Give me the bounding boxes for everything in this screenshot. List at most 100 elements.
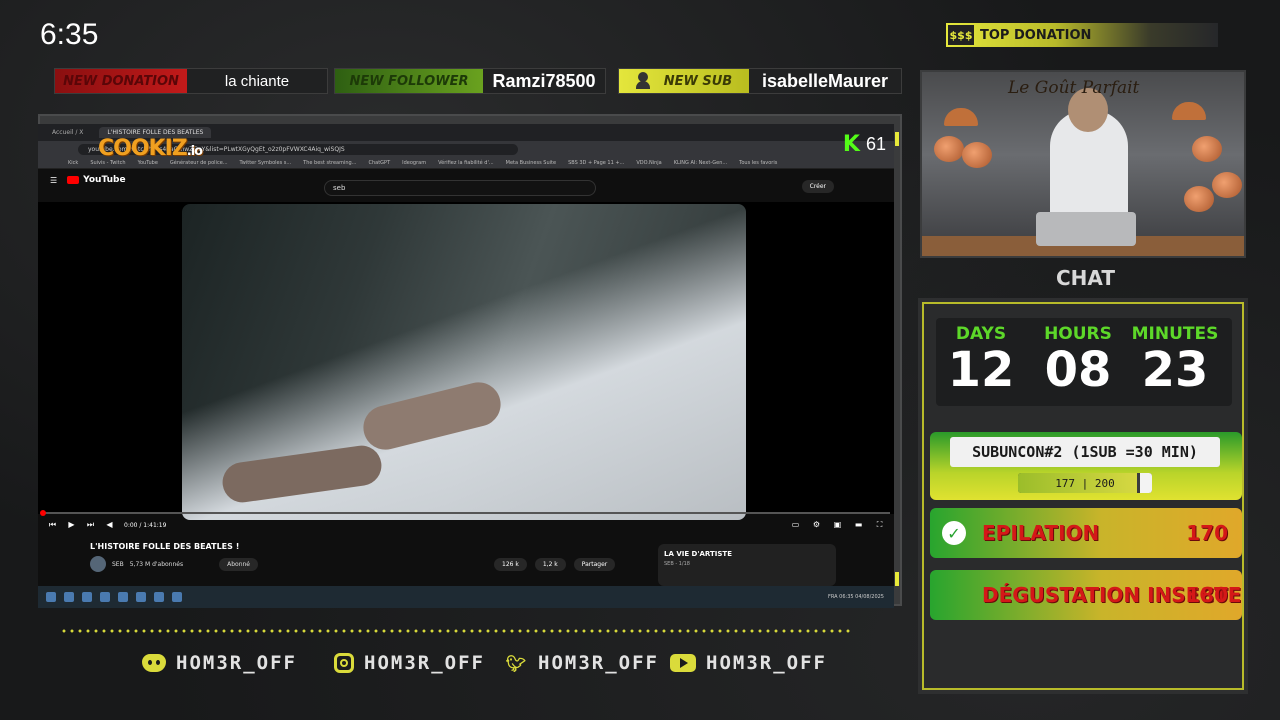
instagram-link[interactable]: HOM3R_OFF [334, 652, 485, 674]
video-controls-right: ▭ ⚙ ▣ ▬ ⛶ [791, 521, 884, 529]
playlist-panel[interactable]: LA VIE D'ARTISTE SEB - 1/18 [658, 544, 836, 586]
bookmark-item[interactable]: ChatGPT [369, 160, 391, 166]
taskbar-app-icon[interactable] [172, 592, 182, 602]
kick-viewer-count: K 61 [843, 132, 886, 157]
play-icon[interactable]: ▶ [67, 521, 76, 529]
like-button[interactable]: 126 k [494, 558, 527, 571]
create-button[interactable]: Créer [801, 180, 834, 193]
video-frame [182, 204, 746, 520]
bookmark-item[interactable]: SBS 3D + Page 11 +... [568, 160, 624, 166]
channel-info: SEB 5,73 M d'abonnés Abonné [90, 556, 258, 572]
bookmark-item[interactable]: Meta Business Suite [506, 160, 556, 166]
dislike-button[interactable]: 1,2 k [534, 558, 566, 571]
copper-pan [962, 142, 992, 168]
windows-start-icon[interactable] [46, 592, 56, 602]
browser-window: Accueil / X L'HISTOIRE FOLLE DES BEATLES… [38, 124, 894, 608]
subtitles-icon[interactable]: ▭ [791, 521, 800, 529]
taskbar-app-icon[interactable] [64, 592, 74, 602]
channel-name[interactable]: SEB [112, 561, 124, 568]
copper-pan [1184, 186, 1214, 212]
viewer-count: 61 [865, 134, 886, 154]
hours-value: 08 [1044, 342, 1112, 398]
channel-avatar[interactable] [90, 556, 106, 572]
instagram-handle: HOM3R_OFF [364, 652, 485, 674]
frame-accent [895, 132, 899, 146]
video-progress-bar[interactable] [40, 510, 890, 516]
tray-date: 04/08/2025 [855, 594, 884, 600]
person-icon [635, 72, 658, 90]
bookmark-item[interactable]: KLING AI: Next-Gen... [674, 160, 727, 166]
cookiz-logo-main: COOKIZ [98, 136, 188, 161]
bookmark-item[interactable]: Tous les favoris [739, 160, 777, 166]
taskbar-app-icon[interactable] [100, 592, 110, 602]
discord-link[interactable]: HOM3R_OFF [142, 652, 297, 674]
copper-lamp [944, 108, 978, 126]
video-hand [358, 377, 506, 455]
twitter-icon: 🐦︎ [505, 653, 527, 673]
bookmark-item[interactable]: The best streaming... [303, 160, 356, 166]
youtube-play-icon [67, 176, 80, 184]
bookmark-item[interactable]: Twitter Symboles s... [240, 160, 292, 166]
copper-pan [934, 136, 964, 162]
subathon-timer: DAYS 12 HOURS 08 MINUTES 23 [936, 318, 1232, 406]
windows-taskbar: FRA 06:35 04/08/2025 [38, 586, 894, 608]
chef-image-title: Le Goût Parfait [1008, 78, 1140, 98]
new-donation-name: la chiante [187, 69, 327, 93]
youtube-logo[interactable]: YouTube [67, 175, 126, 185]
tab-x[interactable]: Accueil / X [44, 127, 91, 138]
copper-lamp [1172, 102, 1206, 120]
hours-label: HOURS [1044, 324, 1112, 344]
youtube-link[interactable]: HOM3R_OFF [670, 652, 827, 674]
theater-icon[interactable]: ▬ [854, 521, 863, 529]
goal-points: 170 [1186, 521, 1228, 545]
dotted-divider [60, 629, 850, 633]
youtube-search-input[interactable]: seb [324, 180, 596, 196]
taskbar-app-icon[interactable] [118, 592, 128, 602]
taskbar-app-icon[interactable] [136, 592, 146, 602]
bookmark-item[interactable]: Ideogram [402, 160, 426, 166]
social-links: HOM3R_OFF HOM3R_OFF 🐦︎ HOM3R_OFF HOM3R_O… [0, 652, 900, 678]
bookmark-item[interactable]: VDO.Ninja [636, 160, 661, 166]
twitter-link[interactable]: 🐦︎ HOM3R_OFF [504, 652, 659, 674]
chat-label: CHAT [1056, 266, 1115, 290]
checkmark-icon: ✓ [942, 521, 966, 545]
video-player[interactable] [38, 202, 894, 520]
miniplayer-icon[interactable]: ▣ [833, 521, 842, 529]
menu-icon[interactable]: ☰ [50, 176, 57, 185]
playlist-title: LA VIE D'ARTISTE [664, 550, 732, 558]
subathon-goal-title: SUBUNCON#2 (1SUB =30 MIN) [950, 437, 1220, 467]
new-donation-alert: NEW DONATION la chiante [54, 68, 328, 94]
new-sub-tag-label: NEW SUB [663, 73, 733, 89]
days-label: DAYS [955, 324, 1007, 344]
clock: 6:35 [40, 18, 99, 51]
tray-language[interactable]: FRA [828, 594, 838, 600]
progress-handle[interactable] [40, 510, 46, 516]
video-time: 0:00 / 1:41:19 [124, 521, 167, 529]
days-value: 12 [947, 342, 1015, 398]
next-icon[interactable]: ⏭ [86, 521, 95, 529]
cookiz-logo: COOKIZ.io [98, 136, 203, 161]
timer-days: DAYS 12 [936, 324, 1026, 396]
settings-icon[interactable]: ⚙ [812, 521, 821, 529]
subathon-progress-bar: 177 | 200 [1018, 473, 1152, 493]
discord-handle: HOM3R_OFF [176, 652, 297, 674]
video-title: L'HISTOIRE FOLLE DES BEATLES ! [90, 542, 240, 551]
video-hand [219, 443, 385, 505]
volume-icon[interactable]: ◀ [105, 521, 114, 529]
fullscreen-icon[interactable]: ⛶ [875, 521, 884, 529]
subscribe-button[interactable]: Abonné [219, 557, 258, 571]
video-controls: ⏮ ▶ ⏭ ◀ 0:00 / 1:41:19 ▭ ⚙ ▣ ▬ ⛶ [48, 518, 884, 532]
timer-minutes: MINUTES 23 [1130, 324, 1220, 396]
youtube-icon [670, 654, 696, 672]
taskbar-app-icon[interactable] [154, 592, 164, 602]
new-follower-tag: NEW FOLLOWER [335, 69, 483, 93]
goal-item: ✓ EPILATION 170 [930, 508, 1242, 558]
youtube-logo-text: YouTube [83, 175, 126, 185]
taskbar-app-icon[interactable] [82, 592, 92, 602]
bookmark-item[interactable]: Vérifiez la fiabilité d'... [438, 160, 494, 166]
share-button[interactable]: Partager [573, 558, 616, 571]
previous-icon[interactable]: ⏮ [48, 521, 57, 529]
bookmark-item[interactable]: Kick [68, 160, 78, 166]
top-donation-label: TOP DONATION [980, 27, 1092, 43]
minutes-value: 23 [1141, 342, 1209, 398]
